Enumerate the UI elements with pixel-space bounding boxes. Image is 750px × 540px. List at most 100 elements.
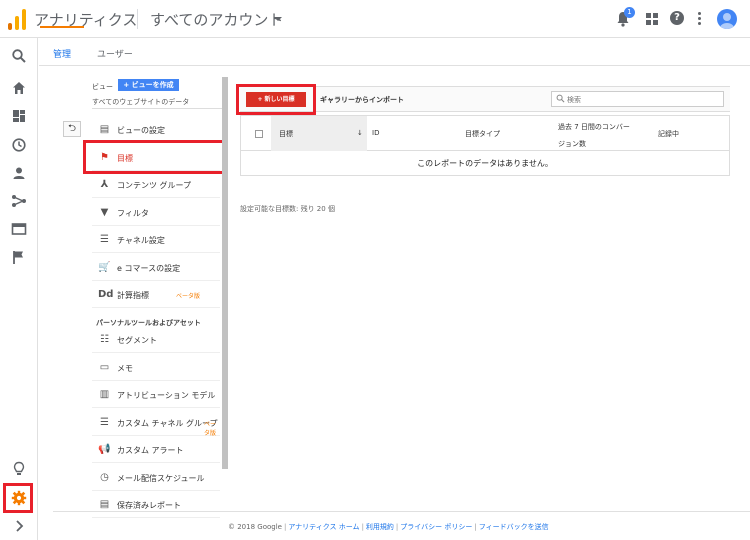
nav-item-label: メール配信スケジュール [117, 473, 205, 483]
nav-item[interactable]: ▤ ビューの設定 [92, 116, 220, 143]
clock-icon: ◷ [100, 471, 109, 483]
note-icon: ▭ [99, 361, 110, 373]
view-selector[interactable]: すべてのウェブサイトのデータ [92, 97, 189, 107]
segment-icon: ☷ [100, 334, 109, 345]
nav-item[interactable]: ▭ メモ [92, 354, 220, 381]
admin-tabs: 管理 ユーザー [39, 38, 750, 66]
dashboard-icon[interactable] [11, 108, 27, 124]
sort-arrow-icon: ↓ [357, 129, 363, 137]
view-label: ビュー [92, 83, 113, 91]
import-from-gallery-link[interactable]: ギャラリーからインポート [320, 95, 404, 105]
goal-limit-note: 設定可能な目標数: 残り 20 個 [240, 205, 335, 213]
footer: © 2018 Google | アナリティクス ホーム | 利用規約 | プライバシー ポリ… [228, 523, 549, 531]
select-all-cell [241, 116, 271, 151]
nav-item[interactable]: 📢 カスタム アラート [92, 436, 220, 463]
footer-divider [53, 511, 750, 512]
clock-icon[interactable] [11, 137, 27, 153]
dd-icon: Dd [98, 289, 114, 300]
footer-link-analytics-home[interactable]: アナリティクス ホーム [288, 523, 359, 531]
nav-item-label: チャネル設定 [117, 236, 165, 245]
goals-highlight-box [83, 140, 226, 174]
nav-item-label: e コマースの設定 [117, 263, 181, 273]
top-bar: アナリティクス すべてのアカウント 1 ? [0, 0, 750, 38]
nav-item-label: アトリビューション モデル [117, 391, 216, 400]
nav-item-label: セグメント [117, 336, 157, 345]
home-icon[interactable] [11, 80, 27, 96]
acquisition-icon[interactable] [11, 193, 27, 209]
nav-item-label: フィルタ [117, 208, 149, 218]
lightbulb-icon[interactable] [11, 461, 27, 477]
col-goal-type-label: 目標タイプ [465, 130, 500, 138]
nav-item[interactable]: Dd 計算指標 ベータ版 [92, 281, 220, 308]
create-view-button[interactable]: + ビューを作成 [118, 79, 179, 91]
channel-icon: ☰ [100, 234, 109, 245]
nav-item[interactable]: ▥ アトリビューション モデル [92, 381, 220, 408]
nav-item[interactable]: ⅄ コンテンツ グループ [92, 171, 220, 198]
new-goal-highlight-box [236, 84, 316, 115]
nav-item[interactable]: ◷ メール配信スケジュール [92, 464, 220, 491]
document-icon: ▤ [99, 124, 110, 135]
bar-chart-icon: ▥ [99, 389, 110, 400]
copyright: © 2018 Google [228, 523, 282, 531]
nav-item[interactable]: 🛒 e コマースの設定 [92, 254, 220, 281]
search-placeholder: 検索 [567, 96, 581, 104]
nav-item-label: コンテンツ グループ [117, 181, 192, 190]
col-goal[interactable]: 目標 ↓ [271, 116, 367, 151]
person-icon[interactable] [11, 165, 27, 181]
megaphone-icon: 📢 [98, 444, 111, 455]
search-icon [556, 94, 565, 103]
apps-grid-icon[interactable] [645, 12, 659, 26]
person-walk-icon: ⅄ [100, 179, 109, 190]
view-divider [92, 108, 222, 109]
col-goal-type[interactable]: 目標タイプ [465, 116, 555, 151]
nav-item[interactable]: ☰ チャネル設定 [92, 226, 220, 253]
goals-table: 目標 ↓ ID 目標タイプ 過去 7 日間のコンバージョン数 記録中 このレポー… [240, 115, 730, 176]
caret-down-icon[interactable] [274, 17, 282, 21]
avatar[interactable] [717, 9, 737, 29]
col-goal-label: 目標 [279, 130, 293, 138]
nav-item-label: メモ [117, 363, 133, 373]
settings-highlight-box [3, 483, 33, 513]
behavior-icon[interactable] [11, 221, 27, 237]
nav-item-label: 計算指標 [117, 291, 149, 300]
document-icon: ▤ [99, 499, 110, 510]
nav-item[interactable]: ▤ 保存済みレポート [92, 491, 220, 518]
account-selector[interactable]: すべてのアカウント [150, 9, 283, 30]
tab-user[interactable]: ユーザー [97, 47, 133, 60]
footer-link-terms[interactable]: 利用規約 [366, 523, 394, 531]
back-arrow-icon[interactable]: ⮌ [63, 121, 81, 137]
title-separator [137, 9, 138, 29]
chevron-right-icon[interactable] [11, 518, 27, 534]
footer-link-feedback[interactable]: フィードバックを送信 [479, 523, 549, 531]
nav-item[interactable]: ☰ カスタム チャネル グループ ベータ版 [92, 409, 220, 437]
col-id[interactable]: ID [372, 116, 462, 151]
col-id-label: ID [372, 129, 380, 137]
filter-icon: ▼ [100, 206, 109, 218]
analytics-logo-icon[interactable] [8, 8, 28, 30]
empty-message: このレポートのデータはありません。 [417, 159, 553, 168]
nav-item-label: カスタム アラート [117, 446, 184, 455]
nav-item-label: カスタム チャネル グループ [117, 418, 218, 428]
tab-admin[interactable]: 管理 [53, 47, 71, 60]
beta-badge: ベータ版 [204, 420, 217, 437]
footer-link-privacy[interactable]: プライバシー ポリシー [400, 523, 472, 531]
goals-table-header: 目標 ↓ ID 目標タイプ 過去 7 日間のコンバージョン数 記録中 [241, 116, 729, 151]
col-recording[interactable]: 記録中 [658, 116, 718, 151]
nav-item[interactable]: ▼ フィルタ [92, 199, 220, 226]
nav-item-label: ビューの設定 [117, 126, 165, 135]
left-rail [0, 38, 38, 540]
search-input[interactable]: 検索 [551, 91, 724, 107]
nav-item[interactable]: ☷ セグメント [92, 326, 220, 353]
flag-icon[interactable] [11, 249, 27, 265]
beta-badge: ベータ版 [176, 293, 201, 300]
nav-scrollbar[interactable] [222, 77, 228, 469]
col-conversions[interactable]: 過去 7 日間のコンバージョン数 [558, 116, 636, 151]
select-all-checkbox[interactable] [255, 130, 263, 138]
more-vert-icon[interactable] [696, 10, 702, 28]
help-icon[interactable]: ? [670, 11, 684, 25]
col-recording-label: 記録中 [658, 130, 679, 138]
search-icon[interactable] [11, 48, 27, 64]
nav-item-label: 保存済みレポート [117, 501, 181, 510]
channel-group-icon: ☰ [100, 416, 109, 428]
cart-icon: 🛒 [98, 261, 111, 273]
